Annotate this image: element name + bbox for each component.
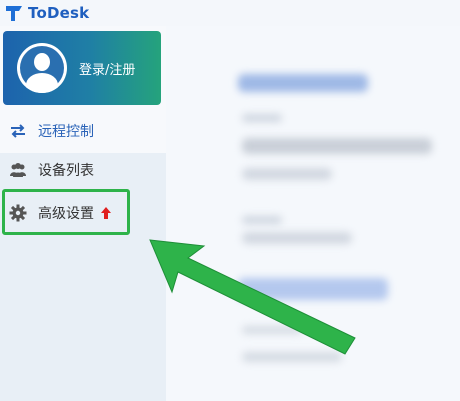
sidebar-item-label: 远程控制 (38, 124, 94, 140)
main-content-blurred (166, 26, 460, 401)
sidebar-item-label: 设备列表 (38, 163, 94, 179)
people-icon (10, 163, 26, 177)
annotation-highlight-box (2, 189, 130, 235)
app-title: ToDesk (28, 4, 90, 22)
sidebar-item-remote-control[interactable]: 远程控制 (0, 116, 166, 146)
user-avatar-icon (17, 43, 67, 93)
login-register-button[interactable]: 登录/注册 (3, 31, 161, 105)
login-register-label: 登录/注册 (79, 62, 136, 78)
todesk-logo-icon (6, 6, 22, 21)
title-bar: ToDesk (0, 0, 460, 26)
sidebar-item-device-list[interactable]: 设备列表 (0, 155, 166, 185)
swap-arrows-icon (11, 124, 25, 138)
